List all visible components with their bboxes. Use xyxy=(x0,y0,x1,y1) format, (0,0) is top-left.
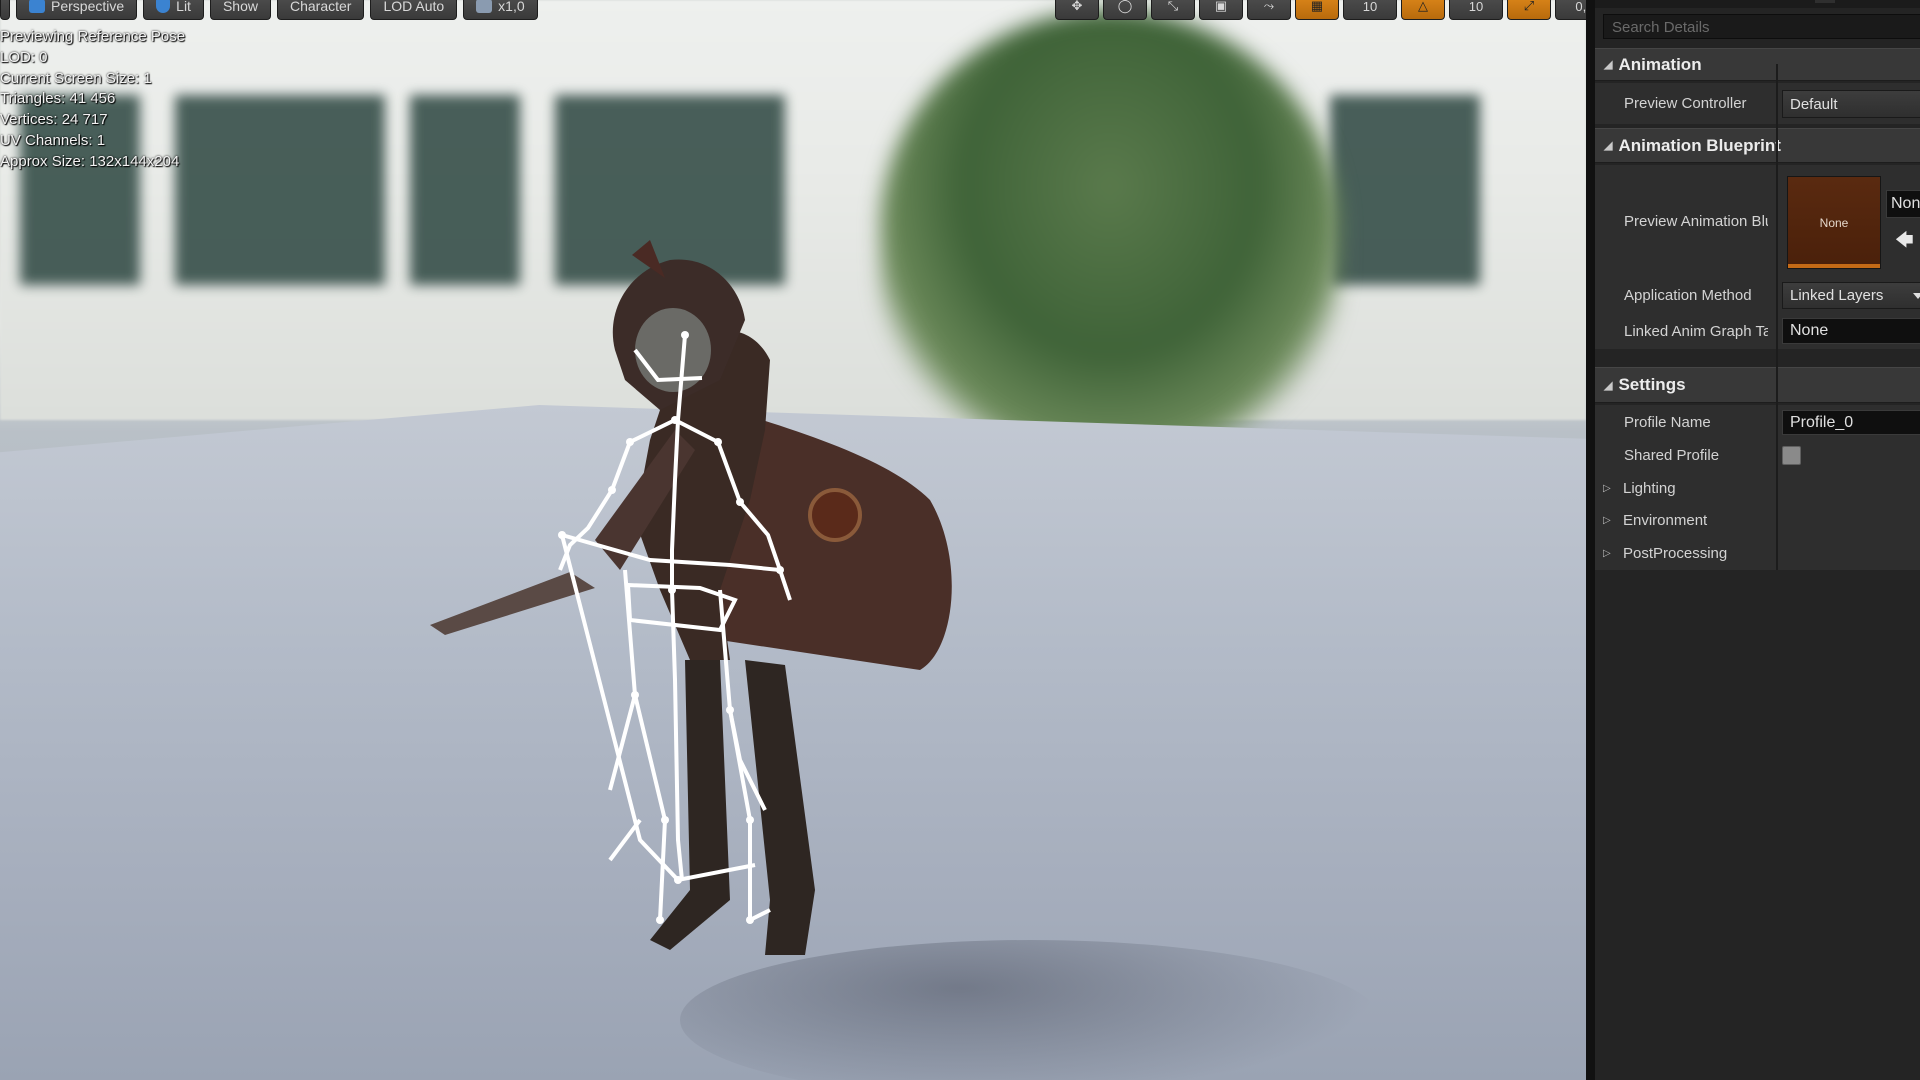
viewport-options-button[interactable] xyxy=(0,0,10,20)
rotation-snap-value[interactable]: 10 xyxy=(1449,0,1503,20)
subsection-label: Environment xyxy=(1623,511,1708,529)
category-title: Settings xyxy=(1618,375,1686,394)
show-label: Show xyxy=(222,0,258,14)
lod-stat: LOD: 0 xyxy=(0,48,48,66)
category-title: Animation xyxy=(1618,54,1702,74)
vertices-stat: Vertices: 24 717 xyxy=(0,111,108,129)
profile-name-input[interactable]: Profile_0 xyxy=(1782,410,1920,435)
scale-snap-value[interactable]: 0,25 xyxy=(1555,0,1586,20)
show-button[interactable]: Show xyxy=(209,0,271,20)
approx-size-stat: Approx Size: 132x144x204 xyxy=(0,152,180,170)
category-animation[interactable]: ◢ Animation xyxy=(1595,48,1920,81)
property-row: Shared Profile xyxy=(1595,439,1920,472)
playback-speed-label: x1,0 xyxy=(498,0,525,14)
subsection-label: Lighting xyxy=(1623,479,1676,497)
preview-controller-dropdown[interactable]: Default xyxy=(1782,90,1920,118)
lod-button[interactable]: LOD Auto xyxy=(370,0,458,20)
surface-snap-icon[interactable]: ⤳ xyxy=(1247,0,1291,20)
application-method-dropdown[interactable]: Linked Layers xyxy=(1782,282,1920,309)
uv-channels-stat: UV Channels: 1 xyxy=(0,131,106,149)
scale-mode-icon[interactable]: ⤡ xyxy=(1151,0,1195,20)
subsection-postprocessing[interactable]: ▷ PostProcessing xyxy=(1603,543,1727,563)
category-settings[interactable]: ◢ Settings xyxy=(1595,367,1920,403)
subsection-environment[interactable]: ▷ Environment xyxy=(1603,510,1707,530)
search-details-input[interactable]: Search Details xyxy=(1603,14,1920,39)
preview-animation-blueprint-label: Preview Animation Blu xyxy=(1624,212,1768,230)
right-leg xyxy=(745,660,815,955)
details-tab-strip xyxy=(1595,0,1920,8)
viewport-toolbar: Perspective Lit Show Character LOD Auto … xyxy=(0,0,538,20)
coordinate-space-icon[interactable]: ▣ xyxy=(1199,0,1243,20)
grid-snap-icon[interactable]: ▦ xyxy=(1295,0,1339,20)
preview-status-text: Previewing Reference Pose xyxy=(0,28,186,45)
expand-triangle-icon: ▷ xyxy=(1603,547,1611,559)
subsection-label: PostProcessing xyxy=(1623,544,1728,562)
category-title: Animation Blueprint xyxy=(1618,135,1781,155)
screen-size-stat: Current Screen Size: 1 xyxy=(0,69,152,87)
lod-label: LOD Auto xyxy=(383,0,445,14)
anim-blueprint-asset-picker[interactable]: None xyxy=(1886,190,1920,218)
character-label: Character xyxy=(289,0,352,14)
category-animation-blueprint[interactable]: ◢ Animation Blueprint xyxy=(1595,128,1920,163)
playback-speed-button[interactable]: x1,0 xyxy=(463,0,538,20)
preview-controller-label: Preview Controller xyxy=(1624,95,1747,112)
lit-icon xyxy=(156,0,171,13)
rotation-snap-icon[interactable]: △ xyxy=(1401,0,1445,20)
preview-controller-value: Default xyxy=(1790,95,1838,113)
background-window xyxy=(1330,95,1480,285)
profile-name-label: Profile Name xyxy=(1624,413,1711,431)
application-method-value: Linked Layers xyxy=(1790,287,1884,304)
rotate-mode-icon[interactable]: ◯ xyxy=(1103,0,1147,20)
character-button[interactable]: Character xyxy=(276,0,365,20)
application-method-label: Application Method xyxy=(1624,287,1752,304)
view-mode-button[interactable]: Lit xyxy=(143,0,204,20)
viewport-stats-overlay: Previewing Reference Pose LOD: 0 Current… xyxy=(0,27,185,173)
asset-picker-value: None xyxy=(1891,195,1920,212)
shared-profile-label: Shared Profile xyxy=(1624,447,1720,464)
collapse-triangle-icon: ◢ xyxy=(1604,59,1613,71)
linked-anim-graph-label: Linked Anim Graph Ta xyxy=(1624,323,1768,340)
viewport[interactable]: Perspective Lit Show Character LOD Auto … xyxy=(0,0,1586,1080)
panel-splitter[interactable] xyxy=(1586,0,1595,1080)
perspective-label: Perspective xyxy=(51,0,125,14)
details-panel: Search Details ◢ Animation Preview Contr… xyxy=(1586,0,1920,1080)
shared-profile-checkbox[interactable] xyxy=(1782,446,1801,465)
collapse-triangle-icon: ◢ xyxy=(1604,379,1613,392)
column-divider[interactable] xyxy=(1776,64,1778,570)
viewport-transform-toolbar: ✥ ◯ ⤡ ▣ ⤳ ▦ 10 △ 10 ⤢ 0,25 📷 xyxy=(1055,0,1586,20)
sword xyxy=(430,572,595,635)
linked-anim-graph-field[interactable]: None xyxy=(1782,318,1920,344)
use-selected-arrow-icon[interactable]: 🡄 xyxy=(1895,228,1914,258)
gladiator-character-mesh[interactable] xyxy=(420,120,1140,1020)
shield-boss xyxy=(808,488,862,542)
chevron-down-icon xyxy=(1913,292,1920,299)
grid-snap-value[interactable]: 10 xyxy=(1343,0,1397,20)
triangles-stat: Triangles: 41 456 xyxy=(0,90,116,108)
subsection-lighting[interactable]: ▷ Lighting xyxy=(1603,478,1676,498)
expand-triangle-icon: ▷ xyxy=(1603,514,1611,526)
thumbnail-label: None xyxy=(1819,215,1849,230)
background-window xyxy=(175,95,385,285)
details-tab[interactable] xyxy=(1815,0,1835,3)
scale-snap-icon[interactable]: ⤢ xyxy=(1507,0,1551,20)
expand-triangle-icon: ▷ xyxy=(1603,482,1611,494)
speed-icon xyxy=(476,0,493,13)
perspective-icon xyxy=(29,0,45,13)
linked-anim-graph-value: None xyxy=(1790,322,1829,339)
perspective-button[interactable]: Perspective xyxy=(16,0,138,20)
view-mode-label: Lit xyxy=(176,0,191,14)
collapse-triangle-icon: ◢ xyxy=(1604,140,1613,152)
profile-name-value: Profile_0 xyxy=(1790,413,1854,431)
translate-mode-icon[interactable]: ✥ xyxy=(1055,0,1099,20)
anim-blueprint-thumbnail[interactable]: None xyxy=(1787,176,1881,269)
